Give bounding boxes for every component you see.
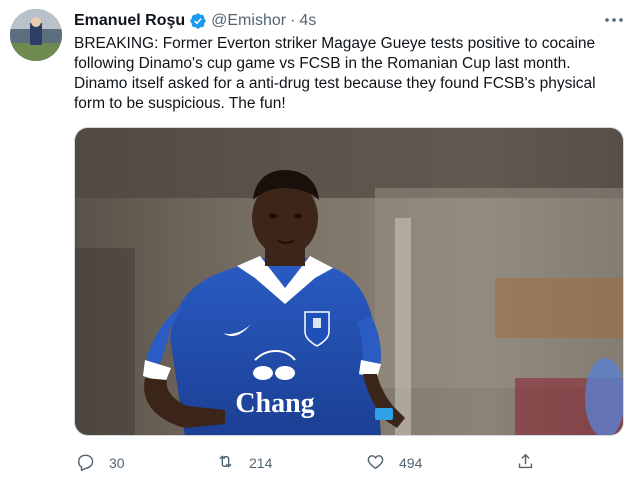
- retweet-button[interactable]: 214: [216, 450, 272, 476]
- share-button[interactable]: [516, 450, 535, 476]
- tweet-text-line: form to be suspicious. The fun!: [74, 95, 286, 112]
- jersey-sponsor-text: Chang: [235, 388, 314, 419]
- retweet-count: 214: [249, 455, 273, 471]
- author-name[interactable]: Emanuel Roşu: [74, 12, 185, 30]
- reply-button[interactable]: 30: [76, 450, 125, 476]
- like-icon: [366, 452, 385, 474]
- verified-badge-icon: [189, 12, 207, 30]
- tweet-text-line: Dinamo itself asked for a anti-drug test…: [74, 75, 596, 92]
- tweet-header: Emanuel Roşu @Emishor · 4s: [74, 10, 628, 32]
- timestamp[interactable]: 4s: [299, 12, 316, 30]
- tweet-text-line: following Dinamo's cup game vs FCSB in t…: [74, 55, 571, 72]
- author-handle[interactable]: @Emishor: [211, 12, 286, 30]
- avatar-image: [10, 9, 62, 61]
- avatar[interactable]: [10, 9, 62, 61]
- tweet-actions: 30 214 494: [74, 450, 544, 476]
- tweet-text: BREAKING: Former Everton striker Magaye …: [74, 34, 630, 114]
- share-icon: [516, 452, 535, 474]
- like-count: 494: [399, 455, 423, 471]
- reply-icon: [76, 452, 95, 474]
- tweet-photo[interactable]: Chang: [74, 127, 624, 436]
- like-button[interactable]: 494: [366, 450, 422, 476]
- separator-dot: ·: [290, 12, 296, 29]
- photo-illustration: Chang: [75, 128, 623, 435]
- more-icon[interactable]: [602, 10, 626, 30]
- tweet-text-line: BREAKING: Former Everton striker Magaye …: [74, 35, 596, 52]
- retweet-icon: [216, 452, 235, 474]
- reply-count: 30: [109, 455, 125, 471]
